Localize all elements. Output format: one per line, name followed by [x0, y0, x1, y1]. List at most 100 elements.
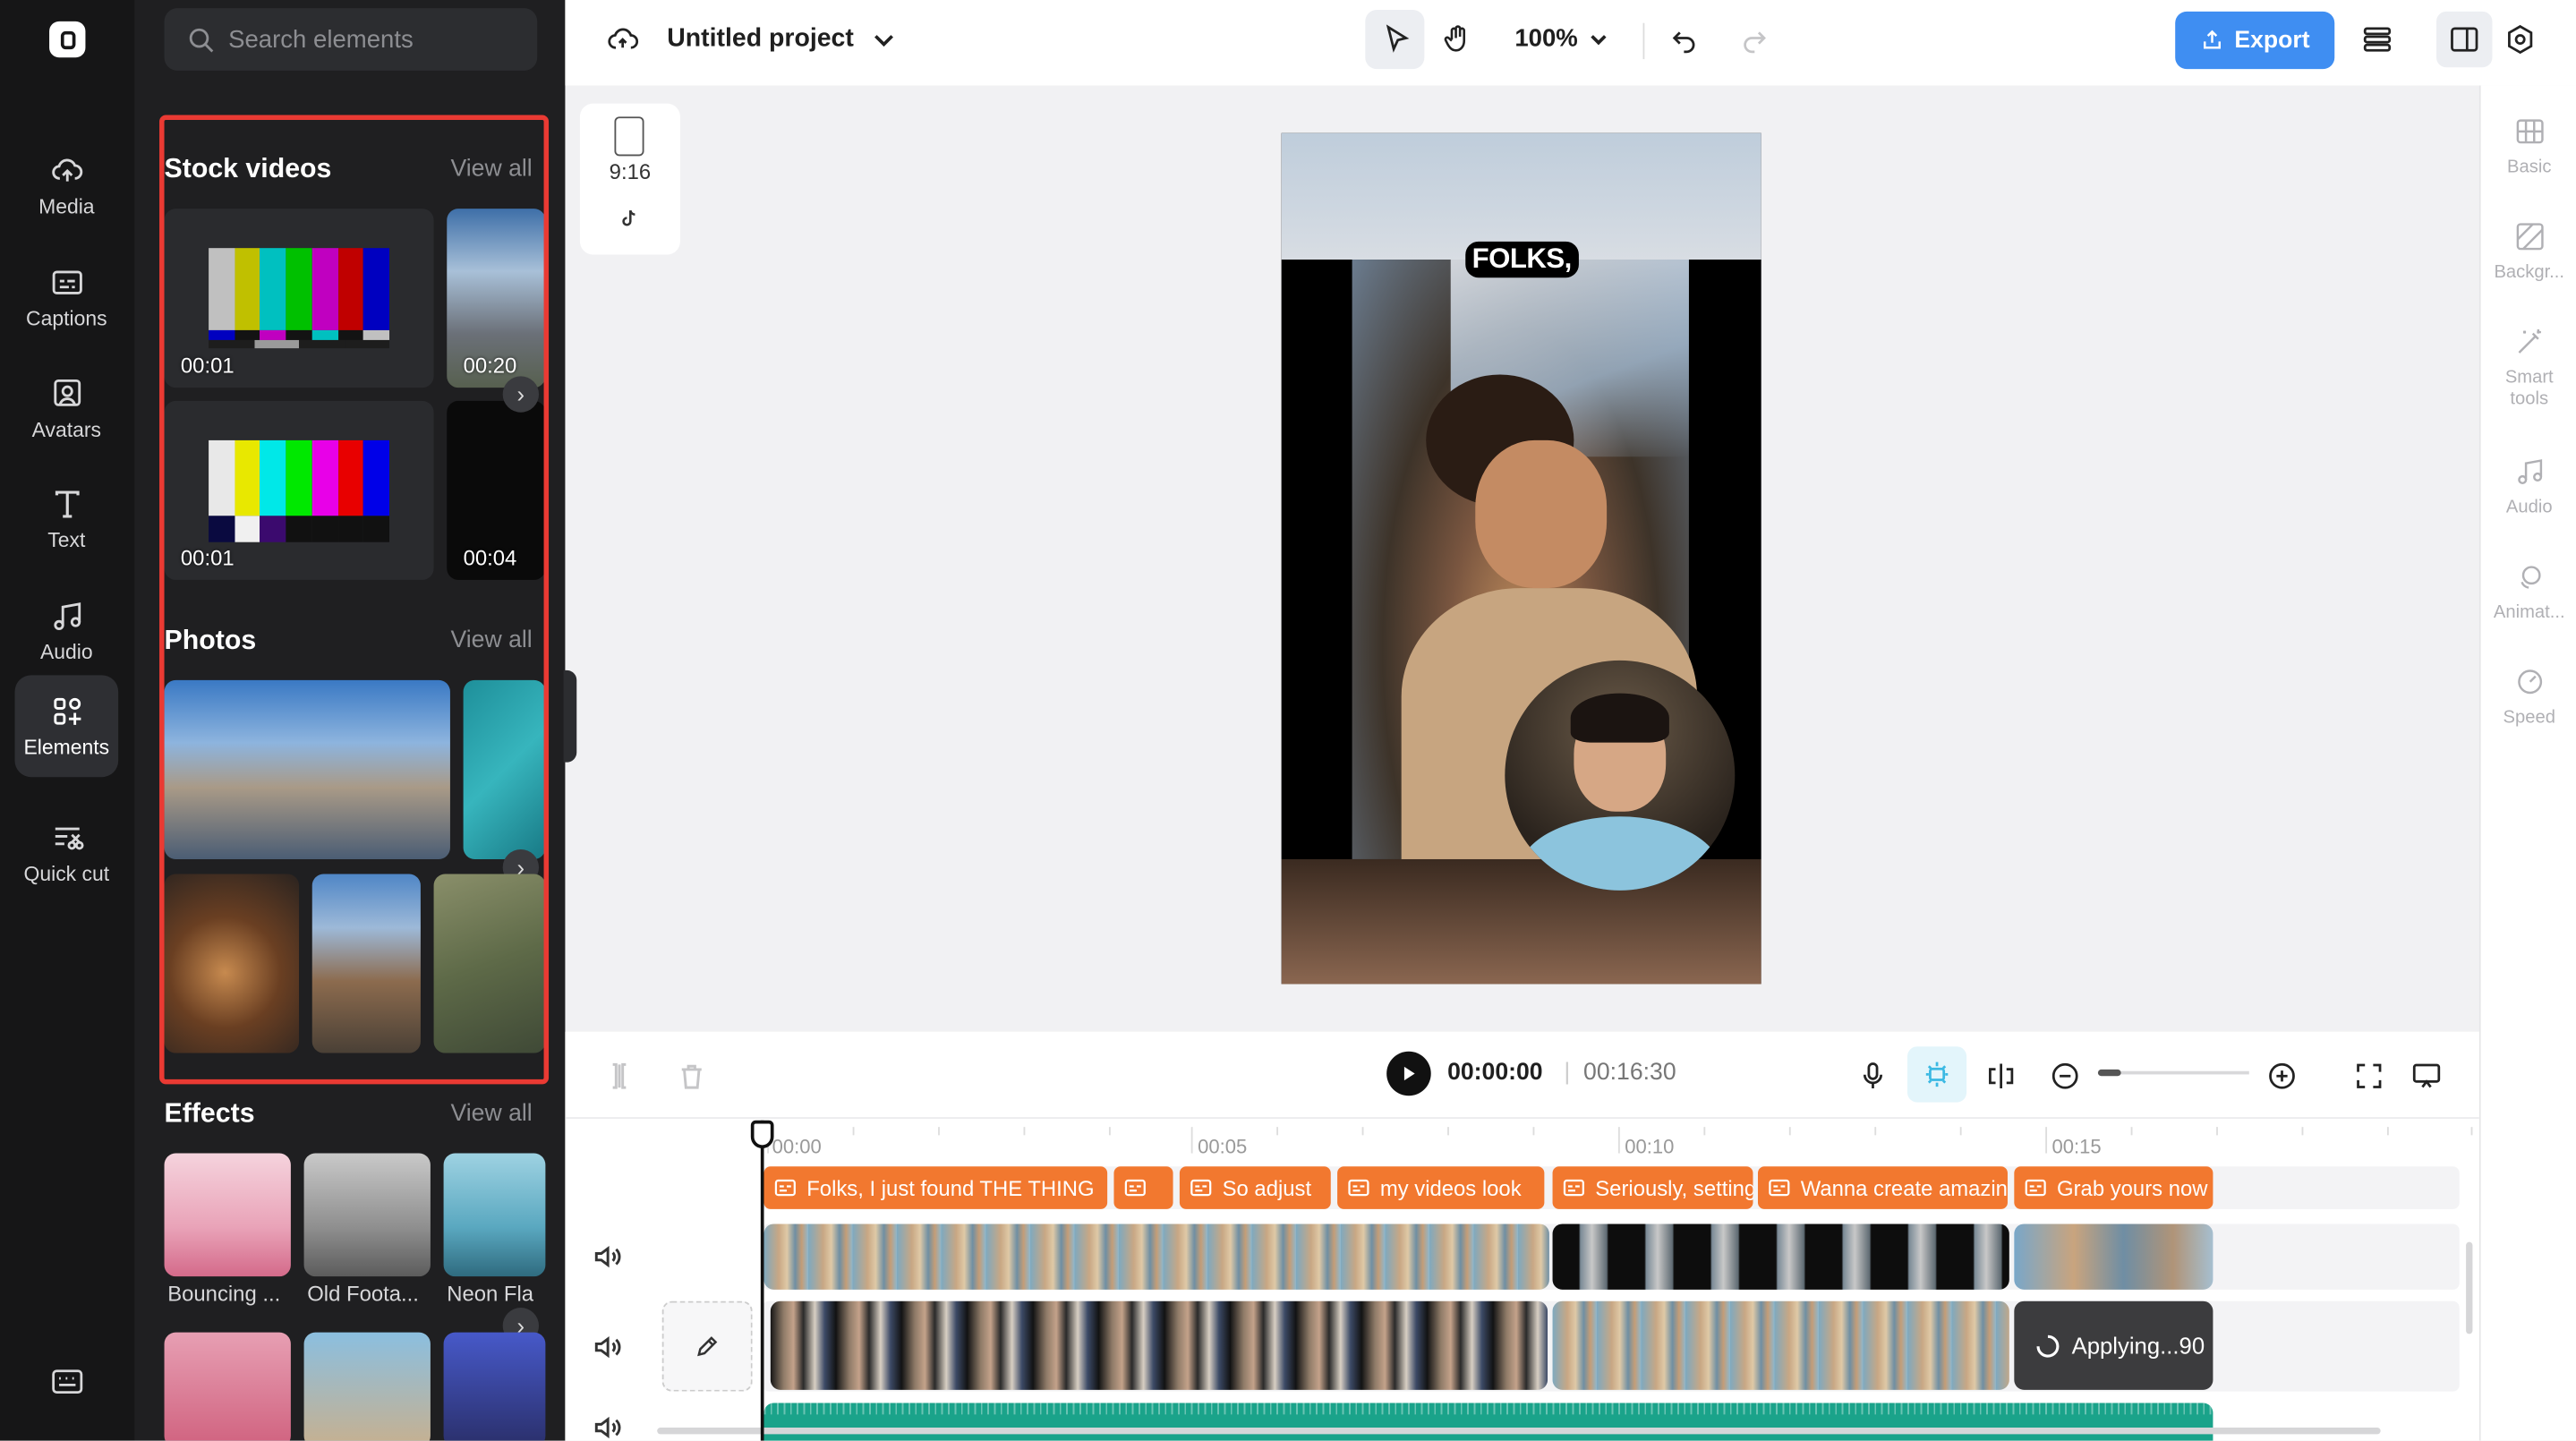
photo-thumb[interactable] [164, 874, 300, 1053]
volume-icon[interactable] [592, 1331, 625, 1364]
hand-tool-button[interactable] [1437, 20, 1477, 59]
split-button[interactable] [1982, 1056, 2021, 1096]
caption-segment[interactable]: Folks, I just found THE THING [763, 1166, 1108, 1209]
caption-segment[interactable]: Wanna create amazing [1757, 1166, 2008, 1209]
rail-item-avatars[interactable]: Avatars [15, 358, 119, 460]
rail-item-quick-cut[interactable]: Quick cut [15, 802, 119, 904]
vertical-scrollbar[interactable] [2466, 1241, 2473, 1334]
split-icon [1989, 1063, 2014, 1089]
stock-video-thumb[interactable]: 00:01 [164, 209, 434, 388]
photo-thumb[interactable] [164, 679, 450, 859]
rr-item-animation[interactable]: Animat... [2481, 560, 2576, 625]
rail-label: Audio [39, 639, 93, 663]
caption-overlay[interactable]: FOLKS, [1465, 241, 1579, 278]
magnet-snap-button[interactable] [1907, 1046, 1967, 1103]
play-button[interactable] [1386, 1051, 1431, 1096]
stock-video-thumb[interactable]: 00:20 [447, 209, 546, 388]
rr-item-speed[interactable]: Speed [2481, 665, 2576, 729]
stock-video-thumb[interactable]: 00:04 [447, 400, 546, 580]
video-clip[interactable] [763, 1224, 1549, 1290]
effect-thumb[interactable] [303, 1153, 431, 1277]
photos-view-all[interactable]: View all [450, 627, 532, 653]
volume-icon[interactable] [592, 1241, 625, 1274]
caption-text: Grab yours now [2057, 1175, 2208, 1200]
delete-clip-button[interactable] [672, 1056, 712, 1096]
effect-thumb[interactable] [164, 1332, 291, 1441]
select-tool-button[interactable] [1377, 20, 1416, 59]
layers-button[interactable] [2358, 20, 2397, 59]
project-title[interactable]: Untitled project [667, 25, 854, 55]
rail-item-captions[interactable]: Captions [15, 246, 119, 348]
stock-video-thumb[interactable]: 00:01 [164, 400, 434, 580]
current-time: 00:00:00 [1447, 1059, 1543, 1087]
zoom-menu-button[interactable] [1579, 20, 1618, 59]
stock-videos-title: Stock videos [164, 154, 332, 184]
avatar-pip[interactable] [1505, 660, 1736, 891]
settings-button[interactable] [2501, 20, 2540, 59]
caption-segment[interactable]: Seriously, setting [1552, 1166, 1753, 1209]
split-panel-icon [2451, 27, 2478, 52]
aspect-ratio-card[interactable]: 9:16 [579, 103, 680, 255]
rail-label: Captions [26, 306, 107, 330]
rail-item-media[interactable]: Media [15, 135, 119, 237]
split-clip-button[interactable] [600, 1056, 639, 1096]
photo-thumb[interactable] [433, 874, 546, 1053]
caption-text: my videos look [1379, 1175, 1522, 1200]
zoom-level[interactable]: 100% [1514, 25, 1577, 53]
caption-segment[interactable]: Grab yours now [2014, 1166, 2213, 1209]
caption-segment[interactable] [1113, 1166, 1173, 1209]
edit-track-button[interactable] [661, 1300, 753, 1392]
effect-thumb[interactable] [164, 1153, 291, 1277]
video-preview[interactable]: FOLKS, [1281, 132, 1761, 985]
audio-clip[interactable] [763, 1403, 2213, 1441]
video-clip[interactable] [2014, 1224, 2213, 1290]
collapse-panel-handle[interactable] [563, 669, 577, 763]
rr-item-audio[interactable]: Audio [2481, 455, 2576, 519]
rail-item-audio[interactable]: Audio [15, 580, 119, 682]
photo-thumb[interactable] [311, 874, 421, 1053]
rail-item-text[interactable]: Text [15, 468, 119, 570]
video-duration: 00:01 [180, 545, 235, 570]
undo-button[interactable] [1664, 20, 1703, 59]
app-logo[interactable] [49, 21, 86, 58]
rr-label: Smart tools [2504, 368, 2554, 410]
effect-thumb[interactable] [303, 1332, 431, 1441]
timeline-zoom-slider[interactable] [2097, 1069, 2249, 1077]
panel-toggle-button[interactable] [2436, 11, 2493, 68]
project-menu-button[interactable] [864, 20, 903, 59]
ruler-label: 00:00 [772, 1135, 822, 1159]
cloud-upload-icon [51, 158, 82, 181]
rr-item-background[interactable]: Backgr... [2481, 220, 2576, 285]
caption-segment[interactable]: So adjust [1179, 1166, 1331, 1209]
caption-icon [774, 1179, 796, 1197]
slider-knob[interactable] [2097, 1069, 2121, 1077]
fullscreen-button[interactable] [2350, 1056, 2389, 1096]
video-clip[interactable] [1552, 1224, 2009, 1290]
photo-thumb[interactable] [463, 679, 546, 859]
record-voice-button[interactable] [1853, 1056, 1892, 1096]
effects-view-all[interactable]: View all [450, 1101, 532, 1127]
zoom-in-button[interactable] [2262, 1056, 2301, 1096]
rr-item-basic[interactable]: Basic [2481, 115, 2576, 179]
video-clip[interactable] [770, 1300, 1548, 1390]
caption-preview-button[interactable] [2407, 1056, 2446, 1096]
export-button[interactable]: Export [2175, 11, 2335, 70]
effect-thumb[interactable] [443, 1332, 546, 1441]
redo-button[interactable] [1735, 20, 1774, 59]
video-top-band [1281, 132, 1761, 260]
zoom-out-button[interactable] [2045, 1056, 2085, 1096]
rr-label: Backgr... [2494, 262, 2565, 283]
cloud-save-button[interactable] [603, 20, 643, 59]
rr-item-smart-tools[interactable]: Smart tools [2481, 325, 2576, 411]
stock-videos-view-all[interactable]: View all [450, 156, 532, 182]
search-input[interactable]: Search elements [164, 8, 538, 71]
horizontal-scrollbar[interactable] [657, 1428, 2381, 1435]
playhead[interactable] [750, 1120, 774, 1441]
video-clip[interactable] [1552, 1300, 2009, 1390]
stock-videos-next-button[interactable]: › [502, 376, 540, 413]
volume-icon[interactable] [592, 1411, 625, 1441]
rail-item-elements[interactable]: Elements [14, 675, 119, 778]
caption-segment[interactable]: my videos look [1337, 1166, 1545, 1209]
keyboard-icon[interactable] [51, 1367, 84, 1396]
effect-thumb[interactable] [443, 1153, 546, 1277]
